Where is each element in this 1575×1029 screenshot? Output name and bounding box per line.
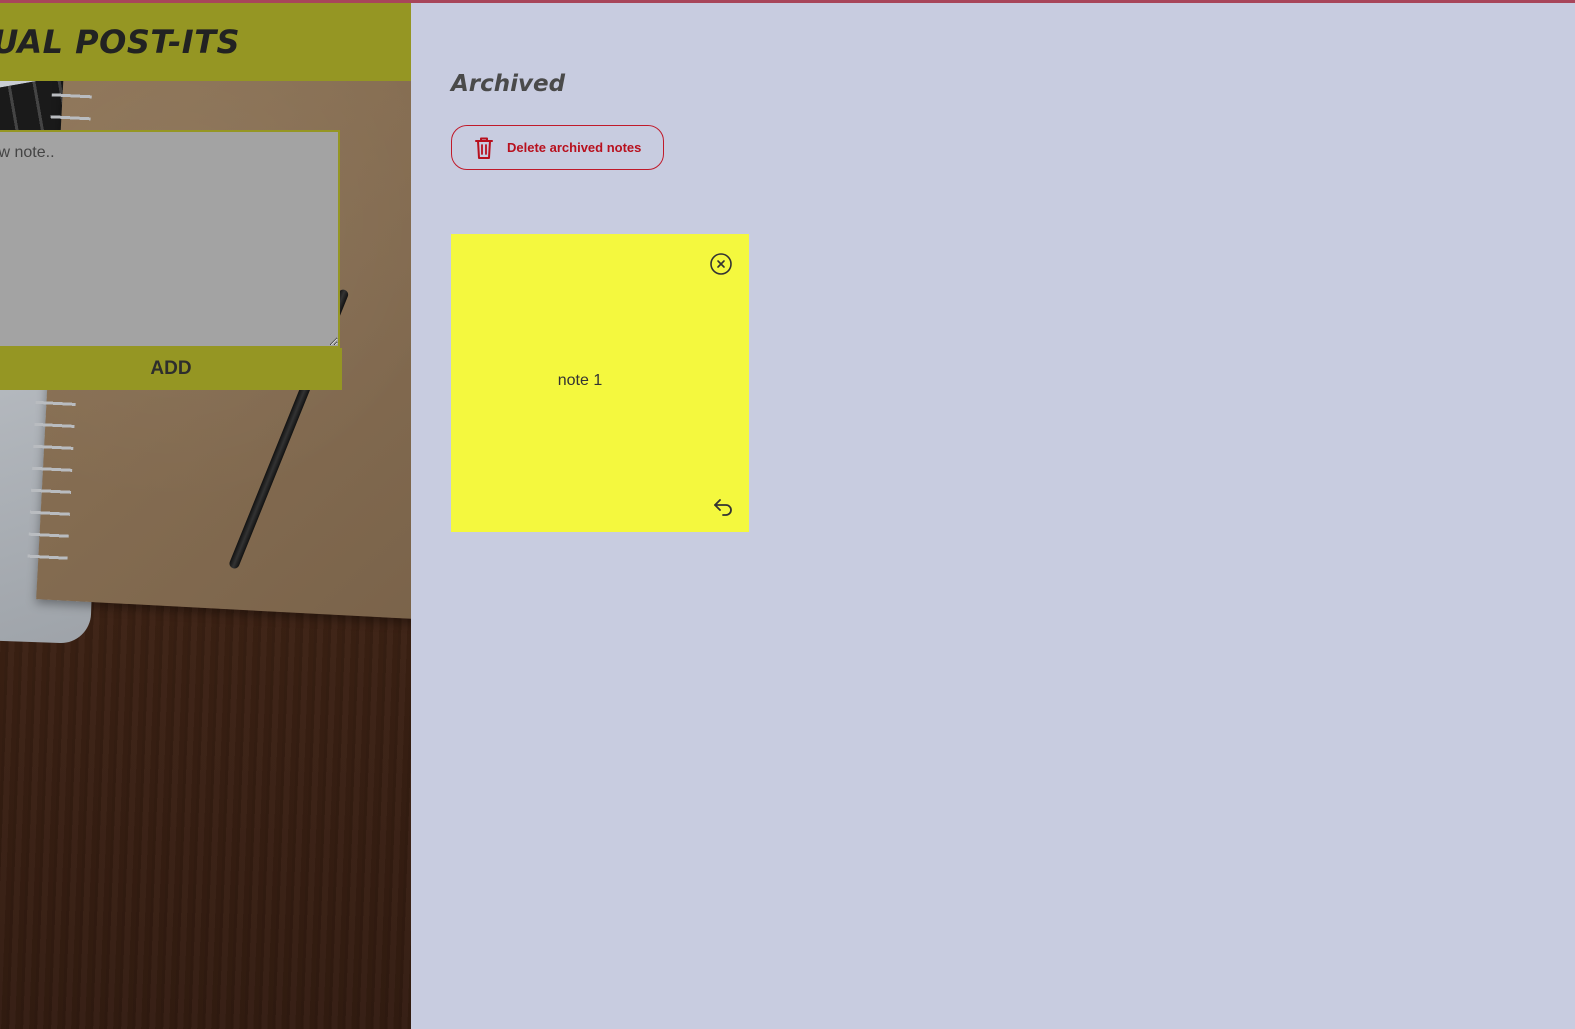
app-header: TUAL POST-ITS [0, 3, 411, 81]
note-text: note 1 [557, 372, 603, 389]
app-title: TUAL POST-ITS [0, 23, 241, 61]
new-note-form: ADD [0, 130, 342, 392]
trash-icon [473, 136, 495, 160]
top-border [0, 0, 1575, 3]
delete-archived-label: Delete archived notes [507, 140, 642, 155]
new-note-input[interactable] [0, 130, 340, 348]
left-panel: TUAL POST-ITS ADD [0, 0, 411, 1029]
close-circle-icon[interactable] [709, 252, 733, 276]
undo-arrow-icon[interactable] [711, 495, 735, 519]
archived-section: Archived Delete archived notes note 1 [411, 3, 1575, 1029]
archived-heading: Archived [451, 71, 566, 97]
add-note-button[interactable]: ADD [0, 348, 342, 390]
archived-note-card: note 1 [451, 234, 749, 532]
delete-archived-notes-button[interactable]: Delete archived notes [451, 125, 664, 170]
